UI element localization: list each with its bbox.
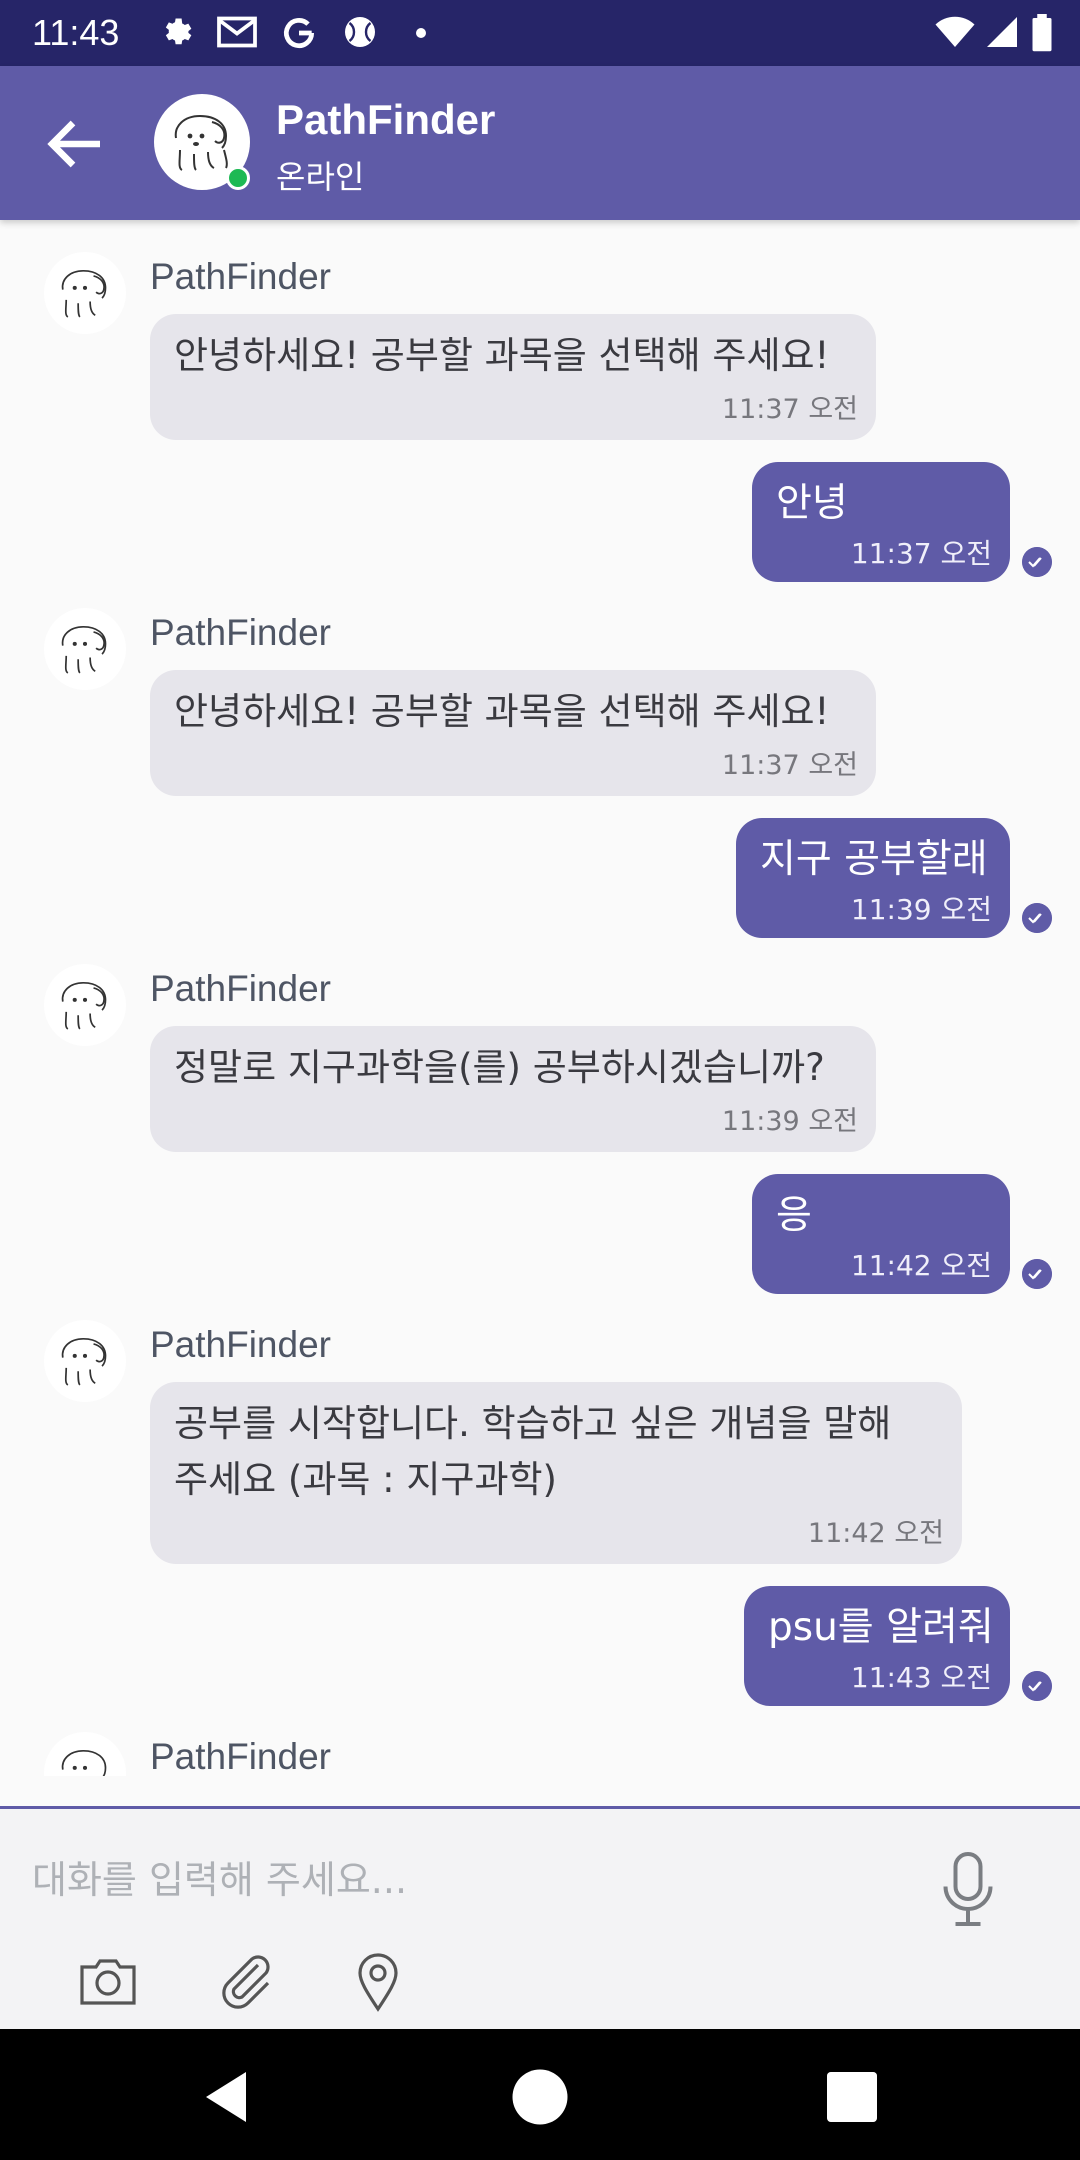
message-input[interactable] (30, 1829, 914, 1931)
incoming-message[interactable]: 안녕하세요! 공부할 과목을 선택해 주세요! 11:37 오전 (150, 670, 876, 796)
battery-icon (1032, 14, 1052, 52)
online-status-dot (226, 166, 250, 190)
read-receipt-icon (1022, 547, 1052, 577)
outgoing-message[interactable]: 안녕 11:37 오전 (752, 462, 1010, 582)
incoming-message[interactable]: 안녕하세요! 공부할 과목을 선택해 주세요! 11:37 오전 (150, 314, 876, 440)
message-text: 안녕 (776, 481, 848, 526)
notification-dot (416, 28, 426, 38)
message-time: 11:39 오전 (850, 893, 992, 926)
message-time: 11:42 오전 (807, 1518, 944, 1549)
outgoing-message[interactable]: 응 11:42 오전 (752, 1174, 1010, 1294)
message-time: 11:42 오전 (850, 1249, 992, 1282)
message-text: 안녕하세요! 공부할 과목을 선택해 주세요! (174, 334, 830, 377)
wifi-icon (935, 16, 975, 47)
sender-avatar[interactable] (44, 964, 126, 1046)
incoming-message[interactable]: 정말로 지구과학을(를) 공부하시겠습니까? 11:39 오전 (150, 1026, 876, 1152)
message-text: 공부를 시작합니다. 학습하고 싶은 개념을 말해 주세요 (과목 : 지구과학… (174, 1402, 892, 1501)
microphone-icon[interactable] (938, 1849, 998, 1929)
sender-name: PathFinder (150, 968, 331, 1009)
sender-avatar[interactable] (44, 252, 126, 334)
message-list[interactable]: PathFinder 안녕하세요! 공부할 과목을 선택해 주세요! 11:37… (0, 220, 1080, 1806)
input-area (0, 1809, 1080, 2029)
outgoing-message[interactable]: 지구 공부할래 11:39 오전 (736, 818, 1010, 938)
dog-avatar-icon (61, 981, 107, 1030)
camera-icon[interactable] (76, 1949, 140, 2013)
chat-title: PathFinder (276, 96, 496, 143)
nav-home-icon[interactable] (510, 2067, 570, 2127)
outgoing-message[interactable]: psu를 알려줘 11:43 오전 (744, 1586, 1010, 1706)
signal-icon (987, 17, 1017, 47)
message-text: 정말로 지구과학을(를) 공부하시겠습니까? (174, 1046, 825, 1089)
chat-status: 온라인 (276, 158, 365, 196)
message-text: 지구 공부할래 (760, 837, 988, 882)
status-time: 11:43 (32, 12, 120, 53)
list-clip (0, 1776, 1080, 1806)
message-time: 11:37 오전 (721, 750, 858, 781)
message-text: 응 (776, 1193, 812, 1238)
message-time: 11:37 오전 (850, 537, 992, 570)
message-time: 11:43 오전 (850, 1661, 992, 1694)
dog-avatar-icon (61, 625, 107, 674)
sender-name: PathFinder (150, 256, 331, 297)
sender-avatar[interactable] (44, 1320, 126, 1402)
sports-icon (345, 17, 375, 47)
sender-name: PathFinder (150, 1736, 331, 1777)
read-receipt-icon (1022, 903, 1052, 933)
read-receipt-icon (1022, 1259, 1052, 1289)
status-bar: 11:43 (0, 0, 1080, 66)
nav-back-icon[interactable] (196, 2067, 256, 2127)
system-nav-bar (0, 2029, 1080, 2160)
nav-recents-icon[interactable] (822, 2067, 882, 2127)
back-arrow-icon[interactable] (40, 108, 112, 180)
message-text: 안녕하세요! 공부할 과목을 선택해 주세요! (174, 690, 830, 733)
dog-avatar-icon (61, 269, 107, 318)
app-bar: PathFinder 온라인 (0, 66, 1080, 220)
location-icon[interactable] (346, 1949, 410, 2013)
settings-icon (165, 18, 192, 45)
message-time: 11:37 오전 (721, 394, 858, 425)
sender-avatar[interactable] (44, 608, 126, 690)
dog-avatar-icon (61, 1337, 107, 1386)
message-text: psu를 알려줘 (768, 1605, 994, 1650)
gmail-icon (217, 16, 257, 48)
read-receipt-icon (1022, 1671, 1052, 1701)
incoming-message[interactable]: 공부를 시작합니다. 학습하고 싶은 개념을 말해 주세요 (과목 : 지구과학… (150, 1382, 962, 1564)
attachment-icon[interactable] (214, 1949, 278, 2013)
message-time: 11:39 오전 (721, 1106, 858, 1137)
google-icon (283, 18, 315, 49)
sender-name: PathFinder (150, 612, 331, 653)
sender-name: PathFinder (150, 1324, 331, 1365)
